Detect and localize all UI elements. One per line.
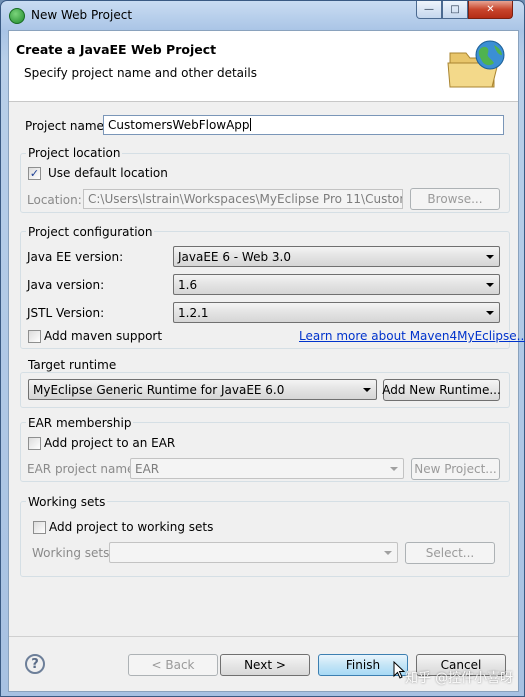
browse-button[interactable]: Browse... — [410, 188, 500, 210]
watermark-text: 知乎 @控件小喜呀 — [405, 671, 514, 686]
chevron-down-icon — [486, 255, 494, 259]
working-sets-group-label: Working sets — [26, 495, 108, 509]
close-icon: ✕ — [486, 4, 495, 15]
eclipse-app-icon — [9, 8, 25, 24]
ear-membership-group-label: EAR membership — [26, 416, 134, 430]
help-icon[interactable]: ? — [25, 654, 45, 674]
use-default-location-label: Use default location — [48, 166, 168, 180]
banner-subtitle: Specify project name and other details — [24, 66, 257, 80]
add-to-ear-checkbox[interactable] — [28, 437, 41, 450]
text-caret — [249, 118, 251, 131]
javaee-version-label: Java EE version: — [27, 250, 124, 264]
jstl-version-value: 1.2.1 — [178, 306, 209, 320]
location-value: C:\Users\lstrain\Workspaces\MyEclipse Pr… — [88, 192, 402, 206]
working-sets-label: Working sets: — [32, 546, 114, 560]
title-bar[interactable]: New Web Project — □ ✕ — [1, 1, 524, 29]
chevron-down-icon — [390, 467, 398, 471]
project-name-label: Project name: — [25, 119, 108, 133]
maximize-icon: □ — [450, 4, 460, 15]
select-working-sets-button[interactable]: Select... — [405, 542, 495, 564]
java-version-value: 1.6 — [178, 278, 198, 292]
maven-learn-more-link[interactable]: Learn more about Maven4MyEclipse... — [299, 329, 525, 343]
java-version-select[interactable]: 1.6 — [173, 274, 500, 295]
chevron-down-icon — [486, 311, 494, 315]
project-name-input[interactable]: CustomersWebFlowApp — [103, 115, 504, 135]
dialog-window: New Web Project — □ ✕ Create a JavaEE We… — [0, 0, 525, 697]
close-button[interactable]: ✕ — [468, 1, 513, 19]
chevron-down-icon — [486, 283, 494, 287]
project-configuration-group-label: Project configuration — [26, 225, 155, 239]
maximize-button[interactable]: □ — [442, 1, 468, 19]
ear-project-name-select[interactable]: EAR — [130, 458, 404, 479]
footer-separator — [9, 636, 518, 637]
add-new-runtime-button[interactable]: Add New Runtime... — [382, 379, 501, 401]
project-location-group-label: Project location — [26, 146, 123, 160]
ear-project-name-label: EAR project name: — [27, 462, 139, 476]
target-runtime-value: MyEclipse Generic Runtime for JavaEE 6.0 — [33, 383, 285, 397]
javaee-version-value: JavaEE 6 - Web 3.0 — [178, 250, 291, 264]
minimize-button[interactable]: — — [416, 1, 442, 19]
project-name-value: CustomersWebFlowApp — [108, 118, 250, 132]
checkmark-icon: ✓ — [29, 167, 40, 180]
maven-support-label: Add maven support — [44, 329, 163, 343]
chevron-down-icon — [363, 388, 371, 392]
target-runtime-select[interactable]: MyEclipse Generic Runtime for JavaEE 6.0 — [28, 379, 377, 400]
minimize-icon: — — [424, 4, 434, 15]
ear-project-name-value: EAR — [135, 462, 160, 476]
new-ear-project-button[interactable]: New Project... — [411, 458, 500, 480]
add-to-working-sets-label: Add project to working sets — [49, 520, 214, 534]
banner-title: Create a JavaEE Web Project — [16, 42, 217, 57]
add-to-ear-label: Add project to an EAR — [44, 436, 176, 450]
back-button[interactable]: < Back — [128, 654, 218, 676]
dialog-client: Create a JavaEE Web Project Specify proj… — [8, 30, 525, 692]
javaee-version-select[interactable]: JavaEE 6 - Web 3.0 — [173, 246, 500, 267]
chevron-down-icon — [384, 551, 392, 555]
maven-support-checkbox[interactable] — [28, 330, 41, 343]
target-runtime-group-label: Target runtime — [26, 358, 119, 372]
jstl-version-select[interactable]: 1.2.1 — [173, 302, 500, 323]
java-version-label: Java version: — [27, 278, 105, 292]
add-to-working-sets-checkbox[interactable] — [33, 521, 46, 534]
wizard-banner: Create a JavaEE Web Project Specify proj… — [9, 31, 518, 102]
location-label: Location: — [27, 193, 82, 207]
next-button[interactable]: Next > — [220, 654, 310, 676]
folder-globe-icon — [447, 40, 505, 88]
jstl-version-label: JSTL Version: — [27, 306, 105, 320]
working-sets-group — [20, 501, 510, 577]
working-sets-select[interactable] — [109, 542, 398, 563]
use-default-location-checkbox[interactable]: ✓ — [28, 167, 41, 180]
help-glyph: ? — [31, 656, 39, 672]
location-input[interactable]: C:\Users\lstrain\Workspaces\MyEclipse Pr… — [83, 189, 403, 209]
window-title: New Web Project — [31, 8, 133, 22]
mouse-cursor-icon — [393, 661, 405, 679]
